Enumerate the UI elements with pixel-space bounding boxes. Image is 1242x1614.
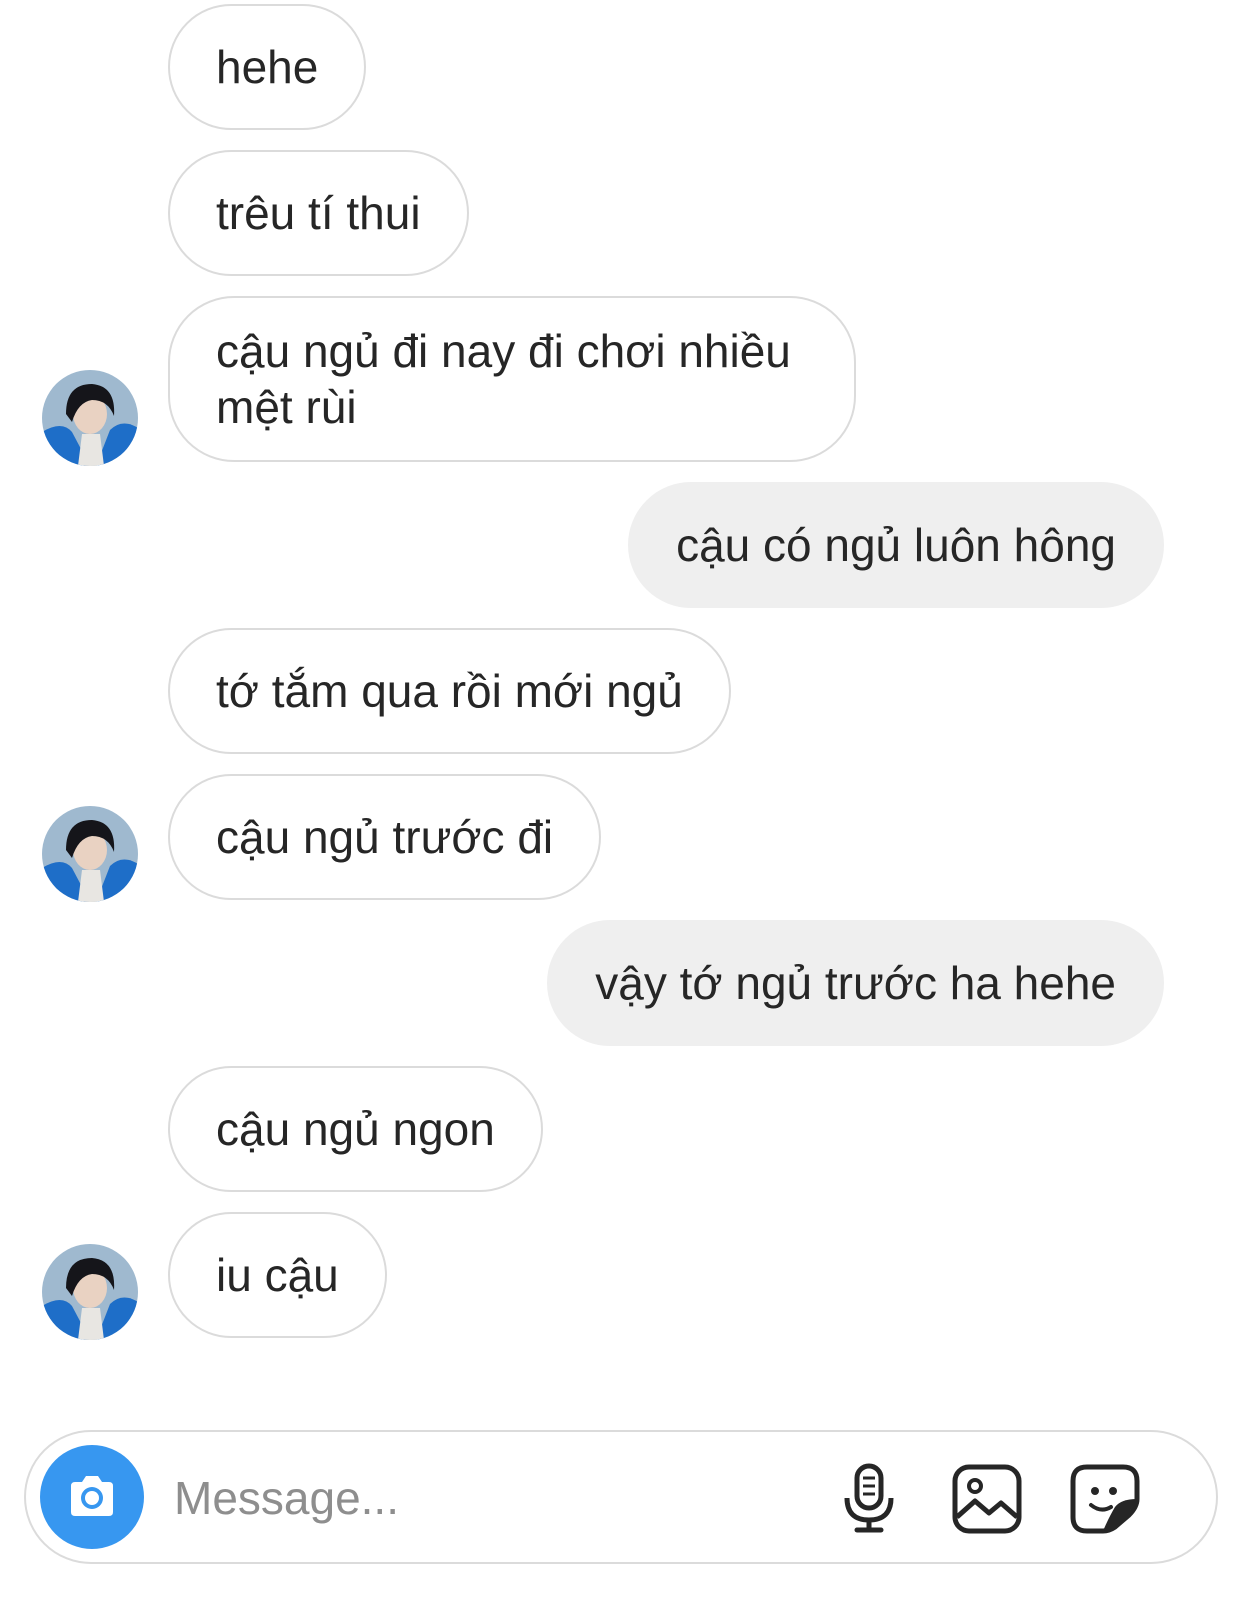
message-bubble-incoming[interactable]: cậu ngủ ngon	[168, 1066, 543, 1192]
message-input[interactable]	[174, 1462, 814, 1534]
message-bubble-incoming[interactable]: tớ tắm qua rồi mới ngủ	[168, 628, 731, 754]
avatar[interactable]	[42, 806, 138, 902]
message-text: vậy tớ ngủ trước ha hehe	[595, 957, 1116, 1009]
message-composer	[24, 1430, 1218, 1564]
camera-button[interactable]	[40, 1445, 144, 1549]
message-bubble-incoming[interactable]: hehe	[168, 4, 367, 130]
message-text: iu cậu	[216, 1249, 339, 1301]
message-bubble-incoming[interactable]: iu cậu	[168, 1212, 387, 1338]
image-icon	[952, 1464, 1022, 1534]
message-text: tớ tắm qua rồi mới ngủ	[216, 665, 683, 717]
message-text: cậu ngủ trước đi	[216, 811, 554, 863]
avatar-photo	[42, 370, 138, 466]
avatar-photo	[42, 806, 138, 902]
sticker-button[interactable]	[1066, 1460, 1144, 1538]
message-bubble-incoming[interactable]: trêu tí thui	[168, 150, 469, 276]
message-text: cậu ngủ ngon	[216, 1103, 495, 1155]
message-bubble-outgoing[interactable]: cậu có ngủ luôn hông	[628, 482, 1164, 608]
message-bubble-incoming[interactable]: cậu ngủ đi nay đi chơi nhiều mệt rùi	[168, 296, 856, 462]
message-text: trêu tí thui	[216, 187, 421, 239]
microphone-icon	[844, 1463, 894, 1533]
avatar-photo	[42, 1244, 138, 1340]
message-text: cậu ngủ đi nay đi chơi nhiều mệt rùi	[216, 325, 791, 433]
gallery-button[interactable]	[948, 1460, 1026, 1538]
avatar[interactable]	[42, 1244, 138, 1340]
sticker-icon	[1070, 1464, 1140, 1534]
message-bubble-incoming[interactable]: cậu ngủ trước đi	[168, 774, 602, 900]
avatar[interactable]	[42, 370, 138, 466]
microphone-button[interactable]	[830, 1460, 908, 1538]
message-text: hehe	[216, 41, 319, 93]
message-bubble-outgoing[interactable]: vậy tớ ngủ trước ha hehe	[547, 920, 1164, 1046]
camera-icon	[71, 1476, 113, 1516]
message-text: cậu có ngủ luôn hông	[676, 519, 1116, 571]
